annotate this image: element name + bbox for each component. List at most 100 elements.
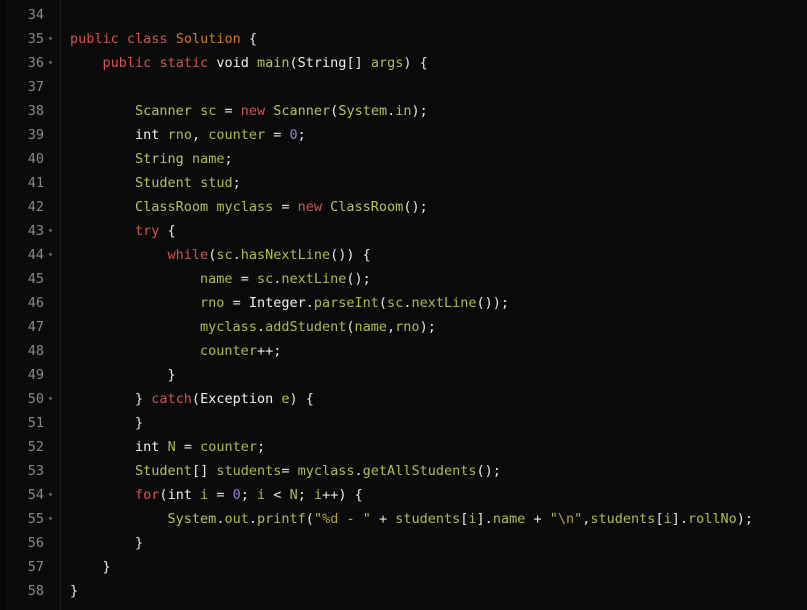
gutter-row[interactable]: 50 ▾ xyxy=(5,387,60,411)
code-line[interactable]: while(sc.hasNextLine()) { xyxy=(70,243,807,267)
code-token: ); xyxy=(736,511,754,527)
code-token: String xyxy=(135,151,184,167)
gutter-row[interactable]: 44 ▾ xyxy=(5,243,60,267)
code-line[interactable]: String name; xyxy=(70,147,807,171)
line-number: 52 xyxy=(27,439,44,455)
code-token: ]. xyxy=(671,511,688,527)
code-line[interactable]: int rno, counter = 0; xyxy=(70,123,807,147)
fold-toggle-icon[interactable]: ▾ xyxy=(44,243,57,267)
code-token: %d xyxy=(322,511,339,527)
gutter-row[interactable]: 49 xyxy=(5,363,60,387)
fold-toggle-icon[interactable]: ▾ xyxy=(44,219,57,243)
code-line[interactable]: public static void main(String[] args) { xyxy=(70,51,807,75)
gutter-row[interactable]: 39 xyxy=(5,123,60,147)
code-line[interactable]: Scanner sc = new Scanner(System.in); xyxy=(70,99,807,123)
gutter-row[interactable]: 45 xyxy=(5,267,60,291)
gutter-row[interactable]: 37 xyxy=(5,75,60,99)
fold-toggle-icon[interactable]: ▾ xyxy=(44,483,57,507)
code-line[interactable] xyxy=(70,75,807,99)
fold-toggle-icon[interactable]: ▾ xyxy=(44,387,57,411)
gutter-row[interactable]: 46 xyxy=(5,291,60,315)
gutter-row[interactable]: 55 ▾ xyxy=(5,507,60,531)
fold-toggle-icon[interactable]: ▾ xyxy=(44,507,57,531)
code-line[interactable]: myclass.addStudent(name,rno); xyxy=(70,315,807,339)
gutter-row[interactable]: 57 xyxy=(5,555,60,579)
code-token: Integer xyxy=(248,295,306,311)
code-token: i xyxy=(257,487,266,503)
code-token: = xyxy=(265,127,290,143)
gutter-row[interactable]: 54 ▾ xyxy=(5,483,60,507)
gutter-row[interactable]: 40 xyxy=(5,147,60,171)
code-line[interactable]: int N = counter; xyxy=(70,435,807,459)
code-token: . xyxy=(305,295,314,311)
code-token: = xyxy=(273,199,298,215)
code-line[interactable]: name = sc.nextLine(); xyxy=(70,267,807,291)
code-line[interactable]: for(int i = 0; i < N; i++) { xyxy=(70,483,807,507)
gutter-row[interactable]: 34 xyxy=(5,3,60,27)
code-token: sc xyxy=(200,103,217,119)
fold-toggle-icon[interactable]: ▾ xyxy=(44,51,57,75)
code-token: nextLine xyxy=(411,295,477,311)
gutter-row[interactable]: 38 xyxy=(5,99,60,123)
code-token: = xyxy=(232,271,257,287)
gutter-row[interactable]: 41 xyxy=(5,171,60,195)
gutter-row[interactable]: 53 xyxy=(5,459,60,483)
code-token: + xyxy=(370,511,396,527)
code-line[interactable]: Student stud; xyxy=(70,171,807,195)
code-line[interactable]: } xyxy=(70,411,807,435)
gutter-row[interactable]: 35 ▾ xyxy=(5,27,60,51)
line-number: 43 xyxy=(27,223,44,239)
code-token: - " xyxy=(338,511,371,527)
code-line[interactable]: try { xyxy=(70,219,807,243)
code-line[interactable] xyxy=(70,3,807,27)
fold-toggle-icon[interactable]: ▾ xyxy=(44,27,57,51)
code-token: ) { xyxy=(403,55,428,71)
code-line[interactable]: Student[] students= myclass.getAllStuden… xyxy=(70,459,807,483)
code-token: = xyxy=(281,463,298,479)
code-line[interactable]: System.out.printf("%d - " + students[i].… xyxy=(70,507,807,531)
code-line[interactable]: public class Solution { xyxy=(70,27,807,51)
code-token: ); xyxy=(419,319,436,335)
line-number-gutter[interactable]: 34 35 ▾ 36 ▾ 37 38 39 40 41 42 43 ▾ 44 ▾ 45 46 4… xyxy=(5,0,61,610)
line-number: 42 xyxy=(27,199,44,215)
code-token: ++; xyxy=(256,343,282,359)
code-token: = xyxy=(224,295,249,311)
code-line[interactable]: rno = Integer.parseInt(sc.nextLine()); xyxy=(70,291,807,315)
code-token: } xyxy=(70,367,176,383)
code-token: counter xyxy=(200,439,257,455)
code-token: rno xyxy=(200,295,225,311)
code-token: out xyxy=(224,511,249,527)
code-line[interactable]: } xyxy=(70,363,807,387)
gutter-row[interactable]: 58 xyxy=(5,579,60,603)
gutter-row[interactable]: 36 ▾ xyxy=(5,51,60,75)
code-line[interactable]: ClassRoom myclass = new ClassRoom(); xyxy=(70,195,807,219)
code-content-area[interactable]: public class Solution { public static vo… xyxy=(61,0,807,610)
code-line[interactable]: } catch(Exception e) { xyxy=(70,387,807,411)
code-token: rno xyxy=(167,127,192,143)
code-token: void xyxy=(216,55,249,71)
code-token: name xyxy=(191,151,225,167)
code-line[interactable]: } xyxy=(70,555,807,579)
gutter-row[interactable]: 47 xyxy=(5,315,60,339)
code-line[interactable]: } xyxy=(70,579,807,603)
code-token: main xyxy=(257,55,290,71)
gutter-row[interactable]: 52 xyxy=(5,435,60,459)
gutter-row[interactable]: 56 xyxy=(5,531,60,555)
code-line[interactable]: } xyxy=(70,531,807,555)
code-line[interactable]: counter++; xyxy=(70,339,807,363)
gutter-row[interactable]: 48 xyxy=(5,339,60,363)
code-editor[interactable]: 34 35 ▾ 36 ▾ 37 38 39 40 41 42 43 ▾ 44 ▾ 45 46 4… xyxy=(0,0,807,610)
gutter-row[interactable]: 43 ▾ xyxy=(5,219,60,243)
gutter-row[interactable]: 51 xyxy=(5,411,60,435)
gutter-row[interactable]: 42 xyxy=(5,195,60,219)
